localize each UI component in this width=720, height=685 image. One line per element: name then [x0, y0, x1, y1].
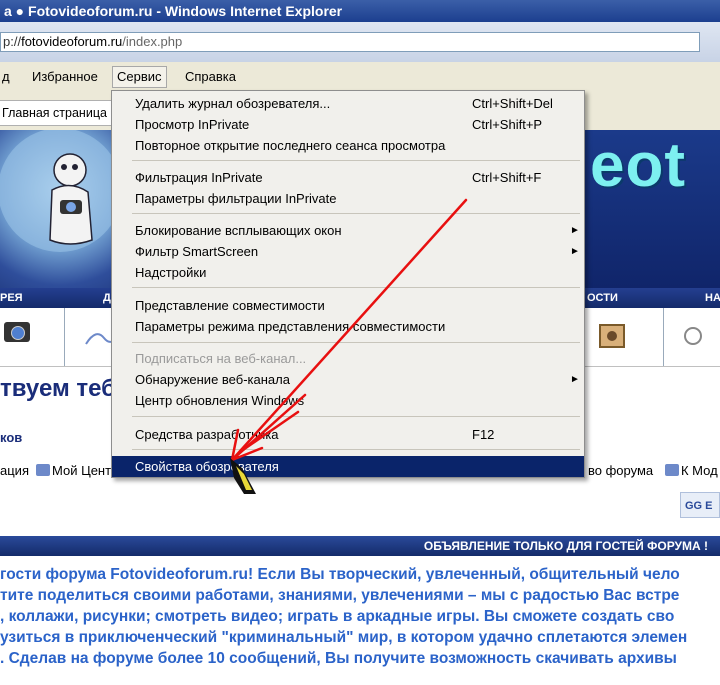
- menu-item-label: Центр обновления Windows: [135, 393, 305, 408]
- nav-link-news[interactable]: ОСТИ: [587, 288, 618, 308]
- menu-item-inprivate-filtering[interactable]: Фильтрация InPrivate Ctrl+Shift+F: [112, 167, 584, 188]
- menu-item-label: Средства разработчика: [135, 427, 279, 442]
- menu-separator: [132, 287, 580, 288]
- menu-item-delete-history[interactable]: Удалить журнал обозревателя... Ctrl+Shif…: [112, 93, 584, 114]
- menu-item-label: Свойства обозревателя: [135, 459, 279, 474]
- menu-item-shortcut: F12: [472, 427, 495, 442]
- link-moderators[interactable]: К Мод: [665, 460, 718, 482]
- menu-item-compatibility-view[interactable]: Представление совместимости: [112, 295, 584, 316]
- menu-item-label: Представление совместимости: [135, 298, 325, 313]
- address-host: fotovideoforum.ru: [21, 34, 123, 49]
- icon-cell-gallery[interactable]: [0, 308, 65, 366]
- address-input[interactable]: p://fotovideoforum.ru/index.php: [0, 32, 700, 52]
- tab-home-page-label: Главная страница: [2, 106, 107, 120]
- menu-item-label: Фильтр SmartScreen: [135, 244, 259, 259]
- site-logo: eot: [590, 131, 686, 200]
- link-forum-rules[interactable]: во форума: [588, 460, 653, 482]
- menu-item-popup-blocker[interactable]: Блокирование всплывающих окон ►: [112, 220, 584, 241]
- picture-frame-icon: [599, 324, 625, 348]
- menu-item-label: Параметры фильтрации InPrivate: [135, 191, 337, 206]
- camera-icon: [4, 322, 30, 342]
- window-title: а ● Fotovideoforum.ru - Windows Internet…: [4, 3, 343, 19]
- submenu-arrow-icon: ►: [570, 225, 580, 236]
- message-line: тите поделиться своими работами, знаниям…: [0, 587, 680, 604]
- menu-item-shortcut: Ctrl+Shift+F: [472, 170, 542, 185]
- tab-home-page[interactable]: Главная страница: [0, 100, 112, 126]
- submenu-arrow-icon: ►: [570, 374, 580, 385]
- icon-cell-news[interactable]: [585, 308, 664, 366]
- menu-item-smartscreen-filter[interactable]: Фильтр SmartScreen ►: [112, 241, 584, 262]
- nav-link-gallery[interactable]: РЕЯ: [0, 288, 23, 308]
- menu-item-shortcut: Ctrl+Shift+P: [472, 117, 543, 132]
- menu-favorites[interactable]: Избранное: [28, 67, 102, 87]
- welcome-subheading: ков: [0, 430, 23, 445]
- menu-item-label: Подписаться на веб-канал...: [135, 351, 307, 366]
- gear-sketch-icon: [684, 327, 702, 345]
- search-widget[interactable]: GG E: [680, 492, 720, 518]
- menu-item-developer-tools[interactable]: Средства разработчика F12: [112, 424, 584, 445]
- menu-item-feed-discovery[interactable]: Обнаружение веб-канала ►: [112, 369, 584, 390]
- menu-item-windows-update[interactable]: Центр обновления Windows: [112, 390, 584, 411]
- moderator-icon: [665, 464, 679, 476]
- submenu-arrow-icon: ►: [570, 246, 580, 257]
- announcement-text: ОБЪЯВЛЕНИЕ ТОЛЬКО ДЛЯ ГОСТЕЙ ФОРУМА !: [423, 539, 708, 553]
- menu-separator: [132, 342, 580, 343]
- link-my-center[interactable]: Мой Цент: [36, 460, 111, 482]
- menu-separator: [132, 416, 580, 417]
- menu-item-compatibility-settings[interactable]: Параметры режима представления совместим…: [112, 316, 584, 337]
- message-line: . Сделав на форуме более 10 сообщений, В…: [0, 650, 677, 667]
- user-icon: [36, 464, 50, 476]
- menu-item-internet-options[interactable]: Свойства обозревателя: [112, 456, 584, 477]
- menu-tools[interactable]: Сервис: [112, 66, 167, 88]
- menu-item-subscribe-feed: Подписаться на веб-канал...: [112, 348, 584, 369]
- window-title-bar: а ● Fotovideoforum.ru - Windows Internet…: [0, 0, 720, 22]
- menu-separator: [132, 449, 580, 450]
- message-line: узиться в приключенческий "криминальный"…: [0, 629, 688, 646]
- menu-item-reopen-last-session[interactable]: Повторное открытие последнего сеанса про…: [112, 135, 584, 156]
- menu-separator: [132, 160, 580, 161]
- menu-help[interactable]: Справка: [181, 67, 240, 87]
- menu-item-shortcut: Ctrl+Shift+Del: [472, 96, 553, 111]
- message-line: , коллажи, рисунки; смотреть видео; игра…: [0, 608, 675, 625]
- menu-item-label: Обнаружение веб-канала: [135, 372, 290, 387]
- menu-item-label: Фильтрация InPrivate: [135, 170, 263, 185]
- menu-item-add-ons[interactable]: Надстройки: [112, 262, 584, 283]
- address-bar-row: p://fotovideoforum.ru/index.php: [0, 22, 720, 62]
- link-moderators-label: К Мод: [681, 463, 718, 478]
- menu-item-inprivate-browsing[interactable]: Просмотр InPrivate Ctrl+Shift+P: [112, 114, 584, 135]
- menu-item-label: Удалить журнал обозревателя...: [135, 96, 331, 111]
- address-protocol: p://: [3, 34, 22, 49]
- nav-link-d[interactable]: Д: [103, 288, 111, 308]
- menu-bar: д Избранное Сервис Справка: [0, 62, 720, 93]
- menu-item-label: Просмотр InPrivate: [135, 117, 250, 132]
- search-widget-label: GG E: [685, 500, 713, 512]
- menu-item-label: Надстройки: [135, 265, 207, 280]
- message-line: гости форума Fotovideoforum.ru! Если Вы …: [0, 566, 680, 583]
- announcement-bar: ОБЪЯВЛЕНИЕ ТОЛЬКО ДЛЯ ГОСТЕЙ ФОРУМА !: [0, 536, 720, 556]
- link-my-center-label: Мой Цент: [52, 463, 112, 478]
- address-path: /index.php: [122, 34, 183, 49]
- menu-item-inprivate-filter-settings[interactable]: Параметры фильтрации InPrivate: [112, 188, 584, 209]
- menu-separator: [132, 213, 580, 214]
- tools-menu: Удалить журнал обозревателя... Ctrl+Shif…: [111, 90, 585, 478]
- menu-item-label: Блокирование всплывающих окон: [135, 223, 342, 238]
- nav-link-na[interactable]: НА: [705, 288, 720, 308]
- menu-item-label: Параметры режима представления совместим…: [135, 319, 446, 334]
- link-registration[interactable]: ация: [0, 460, 29, 482]
- menu-view[interactable]: д: [0, 67, 14, 87]
- icon-cell-last[interactable]: [663, 308, 720, 366]
- menu-item-label: Повторное открытие последнего сеанса про…: [135, 138, 446, 153]
